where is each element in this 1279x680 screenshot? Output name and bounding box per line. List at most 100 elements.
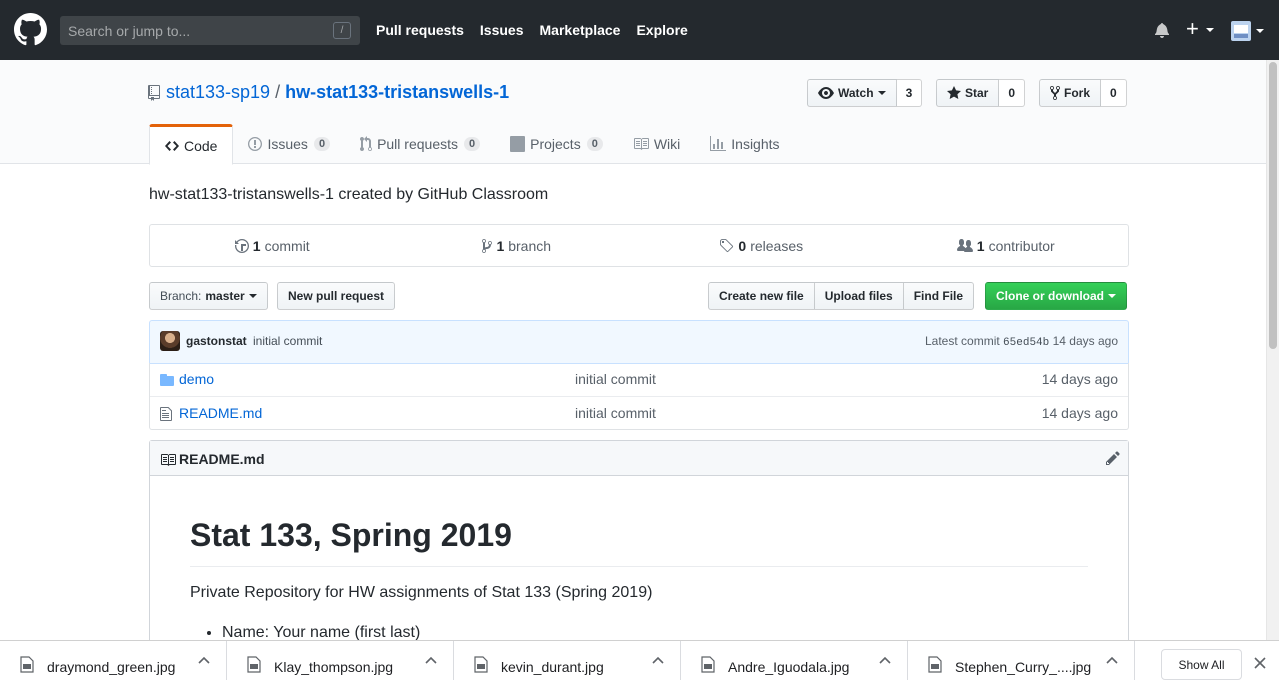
global-nav: Pull requests Issues Marketplace Explore: [376, 22, 704, 38]
search-input[interactable]: [60, 16, 360, 45]
file-name-link[interactable]: demo: [179, 371, 214, 387]
eye-icon: [818, 87, 834, 99]
star-count[interactable]: 0: [999, 79, 1026, 107]
image-file-icon: [701, 656, 715, 673]
readme-header: README.md: [150, 441, 1128, 476]
download-filename: Stephen_Curry_....jpg: [955, 659, 1092, 675]
commit-sha-link[interactable]: 65ed54b: [1003, 337, 1049, 349]
pull-requests-counter: 0: [464, 137, 481, 151]
tab-issues[interactable]: Issues 0: [233, 124, 345, 164]
chevron-up-icon[interactable]: [1106, 656, 1118, 666]
tab-label: Pull requests: [377, 136, 458, 152]
commits-stat[interactable]: 1 commit: [150, 225, 395, 266]
branch-name: master: [205, 289, 245, 303]
file-commit-message[interactable]: initial commit: [575, 371, 656, 387]
file-actions: Create new file Upload files Find File: [708, 282, 975, 310]
create-new-icon[interactable]: +: [1186, 18, 1214, 40]
create-new-file-button[interactable]: Create new file: [708, 282, 815, 310]
file-name-link[interactable]: README.md: [179, 405, 262, 421]
branch-prefix: Branch:: [160, 289, 202, 303]
chevron-up-icon[interactable]: [879, 656, 891, 666]
branches-count: 1: [496, 237, 505, 254]
tab-label: Issues: [267, 136, 308, 152]
commits-count: 1: [252, 237, 261, 254]
watch-button[interactable]: Watch: [807, 79, 897, 107]
commit-author-link[interactable]: gastonstat: [186, 334, 247, 348]
notification-bell-icon[interactable]: [1155, 22, 1169, 38]
branch-caret-icon: [248, 294, 257, 298]
nav-explore[interactable]: Explore: [636, 22, 687, 38]
upload-files-button[interactable]: Upload files: [813, 282, 904, 310]
watch-group: Watch 3: [807, 79, 923, 107]
graph-icon: [710, 136, 727, 151]
fork-icon: [1050, 85, 1060, 101]
folder-icon: [160, 374, 174, 386]
branches-stat[interactable]: 1 branch: [395, 225, 640, 266]
tab-code[interactable]: Code: [149, 124, 234, 165]
tab-label: Insights: [731, 136, 780, 152]
issue-icon: [248, 137, 263, 151]
page-scrollbar[interactable]: [1266, 60, 1279, 640]
tab-pull-requests[interactable]: Pull requests 0: [345, 124, 495, 164]
pull-request-icon: [360, 136, 373, 151]
file-list: demo initial commit 14 days ago README.m…: [149, 363, 1129, 430]
download-item[interactable]: Klay_thompson.jpg: [227, 641, 454, 680]
tab-label: Wiki: [653, 136, 681, 152]
repo-title: stat133-sp19 / hw-stat133-tristanswells-…: [148, 82, 509, 103]
download-item[interactable]: Andre_Iguodala.jpg: [681, 641, 908, 680]
watch-count[interactable]: 3: [896, 79, 923, 107]
image-file-icon: [20, 656, 34, 673]
download-item[interactable]: Stephen_Curry_....jpg: [908, 641, 1135, 680]
book-icon: [161, 454, 176, 466]
image-file-icon: [474, 656, 488, 673]
download-filename: draymond_green.jpg: [47, 659, 176, 675]
pencil-icon[interactable]: [1106, 450, 1120, 466]
download-filename: Andre_Iguodala.jpg: [728, 659, 850, 675]
avatar-caret-icon[interactable]: [1256, 29, 1264, 33]
chevron-up-icon[interactable]: [198, 656, 210, 666]
download-item[interactable]: draymond_green.jpg: [0, 641, 227, 680]
fork-button[interactable]: Fork: [1039, 79, 1102, 107]
nav-marketplace[interactable]: Marketplace: [540, 22, 621, 38]
chevron-up-icon[interactable]: [652, 656, 664, 666]
tab-insights[interactable]: Insights: [695, 124, 794, 164]
commits-label: commit: [264, 237, 310, 254]
find-file-button[interactable]: Find File: [902, 282, 975, 310]
nav-pull-requests[interactable]: Pull requests: [376, 22, 464, 38]
repo-name-link[interactable]: hw-stat133-tristanswells-1: [285, 82, 509, 103]
latest-commit-label: Latest commit: [925, 334, 1000, 348]
contributors-stat[interactable]: 1 contributor: [884, 225, 1129, 266]
projects-counter: 0: [586, 137, 603, 151]
show-all-downloads-button[interactable]: Show All: [1161, 649, 1242, 680]
releases-stat[interactable]: 0 releases: [639, 225, 884, 266]
branch-select-button[interactable]: Branch: master: [149, 282, 268, 310]
downloads-bar: draymond_green.jpg Klay_thompson.jpg kev…: [0, 640, 1279, 680]
github-logo-icon[interactable]: [14, 13, 47, 46]
history-icon: [234, 238, 249, 253]
tab-projects[interactable]: Projects 0: [495, 124, 618, 164]
chevron-up-icon[interactable]: [425, 656, 437, 666]
committer-avatar[interactable]: [160, 331, 180, 351]
watch-label: Watch: [838, 86, 874, 100]
close-icon[interactable]: [1254, 657, 1266, 669]
fork-count[interactable]: 0: [1101, 79, 1127, 107]
download-filename: Klay_thompson.jpg: [274, 659, 394, 675]
new-pull-request-button[interactable]: New pull request: [277, 282, 396, 310]
watch-caret-icon: [877, 91, 886, 95]
scrollbar-thumb[interactable]: [1269, 62, 1277, 349]
repo-owner-link[interactable]: stat133-sp19: [166, 82, 270, 103]
tag-icon: [720, 238, 734, 252]
tab-wiki[interactable]: Wiki: [618, 124, 695, 164]
user-avatar[interactable]: [1231, 21, 1251, 41]
nav-issues[interactable]: Issues: [480, 22, 524, 38]
star-button[interactable]: Star: [936, 79, 1000, 107]
repo-icon: [148, 84, 160, 101]
file-row: README.md initial commit 14 days ago: [150, 396, 1128, 429]
commit-message-link[interactable]: initial commit: [253, 334, 322, 348]
clone-or-download-button[interactable]: Clone or download: [985, 282, 1127, 310]
search-box[interactable]: /: [60, 16, 360, 45]
commit-meta: Latest commit 65ed54b 14 days ago: [925, 334, 1118, 349]
download-item[interactable]: kevin_durant.jpg: [454, 641, 681, 680]
file-commit-message[interactable]: initial commit: [575, 405, 656, 421]
issues-counter: 0: [313, 137, 331, 151]
